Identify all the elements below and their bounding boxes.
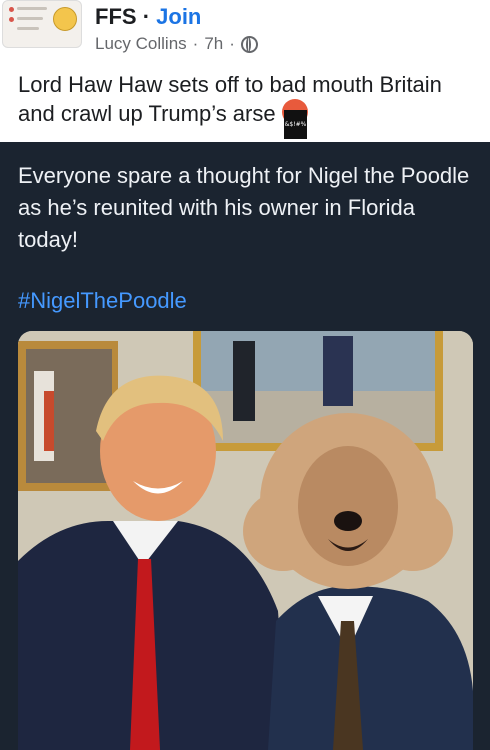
swearing-face-emoji-icon: [281, 99, 308, 139]
avatar-dot: [9, 7, 14, 12]
avatar-line: [17, 7, 47, 10]
group-name[interactable]: FFS: [95, 4, 137, 29]
post-time[interactable]: 7h: [204, 34, 223, 54]
globe-icon: [240, 35, 258, 53]
meta-dot: ·: [229, 34, 235, 53]
post-caption: Lord Haw Haw sets off to bad mouth Brita…: [18, 70, 478, 139]
author-name[interactable]: Lucy Collins: [95, 34, 187, 54]
avatar-face-icon: [53, 7, 77, 31]
title-separator: ·: [142, 4, 151, 29]
avatar-line: [17, 27, 39, 30]
meta-dot: ·: [192, 34, 199, 53]
photo-image: [18, 331, 473, 750]
post-header: FFS · Join Lucy Collins · 7h ·: [0, 0, 490, 62]
join-button[interactable]: Join: [156, 4, 201, 29]
post-meta: Lucy Collins · 7h ·: [95, 34, 258, 54]
hashtag-link[interactable]: #NigelThePoodle: [18, 288, 187, 314]
caption-text: Lord Haw Haw sets off to bad mouth Brita…: [18, 72, 442, 126]
avatar-line: [17, 17, 43, 20]
shared-post-text: Everyone spare a thought for Nigel the P…: [18, 163, 470, 252]
shared-photo[interactable]: [18, 331, 473, 750]
avatar-dot: [9, 17, 14, 22]
group-avatar[interactable]: [2, 0, 82, 48]
group-title-line: FFS · Join: [95, 4, 201, 30]
